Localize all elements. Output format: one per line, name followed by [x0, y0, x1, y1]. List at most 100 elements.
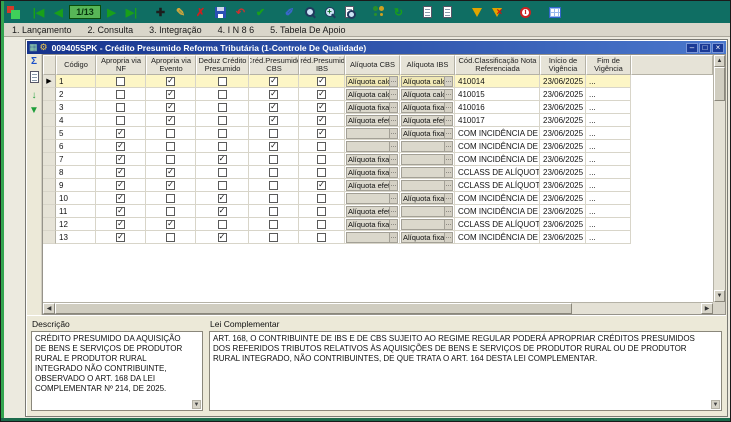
next-record-button[interactable]: ▶	[102, 3, 121, 21]
lookup-ellipsis-button[interactable]: …	[444, 76, 452, 86]
grid-row[interactable]: 2✓✓✓Alíquota calcu…Alíquota calcu…410015…	[43, 88, 713, 101]
lookup-ellipsis-button[interactable]: …	[389, 154, 397, 164]
lookup-ellipsis-button[interactable]: …	[389, 232, 397, 242]
horizontal-scrollbar[interactable]: ◀ ▶	[43, 302, 713, 314]
aliquota_ibs-lookup[interactable]: …	[401, 166, 453, 178]
vscroll-thumb[interactable]	[714, 67, 725, 101]
lookup-ellipsis-button[interactable]: …	[444, 193, 452, 203]
close-button[interactable]: ×	[712, 42, 724, 53]
evento-checkbox[interactable]: ✓	[166, 115, 175, 125]
column-header-fim[interactable]: Fim de Vigência	[586, 55, 631, 75]
nf-checkbox[interactable]: ✓	[116, 141, 125, 151]
descricao-scroll-down-icon[interactable]: ▼	[192, 400, 201, 409]
evento-checkbox[interactable]: ✓	[166, 180, 175, 190]
grid-row[interactable]: ▶1✓✓✓Alíquota calcu…Alíquota calcu…41001…	[43, 75, 713, 88]
lookup-ellipsis-button[interactable]: …	[444, 89, 452, 99]
evento-checkbox[interactable]: ✓	[166, 102, 175, 112]
deduz-checkbox[interactable]	[217, 102, 227, 112]
ibs-checkbox[interactable]: ✓	[317, 89, 326, 99]
evento-checkbox[interactable]: ✓	[166, 167, 175, 177]
evento-checkbox[interactable]: ✓	[166, 89, 175, 99]
nf-checkbox[interactable]: ✓	[116, 167, 125, 177]
aliquota_ibs-lookup[interactable]: Alíquota fixa…	[401, 231, 453, 243]
lookup-ellipsis-button[interactable]: …	[444, 167, 452, 177]
lookup-ellipsis-button[interactable]: …	[389, 167, 397, 177]
save-button[interactable]	[211, 3, 230, 21]
nf-checkbox[interactable]	[116, 89, 125, 99]
aliquota_cbs-lookup[interactable]: Alíquota calcu…	[346, 75, 398, 87]
nf-checkbox[interactable]	[116, 102, 125, 112]
column-header-aliquota_cbs[interactable]: Alíquota CBS	[345, 55, 400, 75]
first-record-button[interactable]: |◀	[29, 3, 48, 21]
ibs-checkbox[interactable]: ✓	[317, 102, 326, 112]
evento-checkbox[interactable]: ✓	[166, 76, 175, 86]
cbs-checkbox[interactable]: ✓	[269, 89, 278, 99]
lookup-ellipsis-button[interactable]: …	[444, 219, 452, 229]
confirm-button[interactable]: ✔	[251, 3, 270, 21]
hscroll-thumb[interactable]	[55, 303, 572, 314]
evento-checkbox[interactable]	[166, 232, 175, 242]
hscroll-track[interactable]	[55, 303, 701, 314]
cbs-checkbox[interactable]	[269, 219, 278, 229]
deduz-checkbox[interactable]	[217, 167, 227, 177]
aliquota_cbs-lookup[interactable]: Alíquota fixa…	[346, 153, 398, 165]
nf-checkbox[interactable]: ✓	[116, 154, 125, 164]
deduz-checkbox[interactable]: ✓	[217, 232, 227, 242]
aliquota_ibs-lookup[interactable]: …	[401, 179, 453, 191]
lookup-ellipsis-button[interactable]: …	[444, 102, 452, 112]
nf-checkbox[interactable]: ✓	[116, 219, 125, 229]
evento-checkbox[interactable]	[166, 154, 175, 164]
filter-button[interactable]	[467, 3, 486, 21]
lookup-ellipsis-button[interactable]: …	[389, 102, 397, 112]
cbs-checkbox[interactable]	[269, 128, 278, 138]
maximize-button[interactable]: □	[699, 42, 711, 53]
grid-row[interactable]: 9 ✓ ✓ ✓ Alíquota efet…… CCLASS DE ALÍQUOTA 23/…	[43, 179, 713, 192]
column-header-cbs[interactable]: Créd.Presumido CBS	[249, 55, 299, 75]
sum-icon[interactable]: Σ	[31, 56, 37, 67]
lookup-ellipsis-button[interactable]: …	[389, 193, 397, 203]
deduz-checkbox[interactable]: ✓	[217, 206, 227, 216]
evento-checkbox[interactable]	[166, 128, 175, 138]
grid-row[interactable]: 7 ✓ ✓ Alíquota fixa…… COM INCIDÊNCIA DE 23/06…	[43, 153, 713, 166]
lookup-ellipsis-button[interactable]: …	[389, 206, 397, 216]
grid-row[interactable]: 8 ✓ ✓ Alíquota fixa…… CCLASS DE ALÍQUOTA 23/0…	[43, 166, 713, 179]
ibs-checkbox[interactable]	[317, 154, 326, 164]
lookup-ellipsis-button[interactable]: …	[444, 180, 452, 190]
deduz-checkbox[interactable]	[217, 141, 227, 151]
column-header-aliquota_ibs[interactable]: Alíquota IBS	[400, 55, 455, 75]
grid-row[interactable]: 5 ✓ ✓… Alíquota fixa… COM INCIDÊNCIA DE 23/06…	[43, 127, 713, 140]
ibs-checkbox[interactable]: ✓	[317, 76, 326, 86]
edit-button[interactable]: ✎	[171, 3, 190, 21]
descricao-memo[interactable]: CRÉDITO PRESUMIDO DA AQUISIÇÃO DE BENS E…	[31, 331, 203, 411]
aliquota_cbs-lookup[interactable]: Alíquota calcu…	[346, 88, 398, 100]
lookup-ellipsis-button[interactable]: …	[444, 206, 452, 216]
menu-item-3[interactable]: 3. Integração	[149, 25, 202, 35]
cbs-checkbox[interactable]	[269, 206, 278, 216]
aliquota_ibs-lookup[interactable]: Alíquota calcu…	[401, 88, 453, 100]
ibs-checkbox[interactable]	[317, 167, 326, 177]
ibs-checkbox[interactable]	[317, 193, 326, 203]
menu-item-1[interactable]: 1. Lançamento	[12, 25, 72, 35]
aliquota_cbs-lookup[interactable]: Alíquota fixa…	[346, 166, 398, 178]
column-header-ibs[interactable]: Créd.Presumido IBS	[299, 55, 345, 75]
refresh-button[interactable]: ↻	[389, 3, 408, 21]
aliquota_ibs-lookup[interactable]: …	[401, 140, 453, 152]
cbs-checkbox[interactable]	[269, 180, 278, 190]
aliquota_cbs-lookup[interactable]: …	[346, 192, 398, 204]
scroll-left-button[interactable]: ◀	[43, 303, 55, 314]
aliquota_cbs-lookup[interactable]: Alíquota fixa…	[346, 218, 398, 230]
lookup-ellipsis-button[interactable]: …	[444, 141, 452, 151]
aliquota_cbs-lookup[interactable]: …	[346, 231, 398, 243]
ibs-checkbox[interactable]	[317, 141, 326, 151]
aliquota_cbs-lookup[interactable]: Alíquota fixa…	[346, 101, 398, 113]
vertical-scrollbar[interactable]: ▲ ▼	[713, 55, 725, 302]
lookup-ellipsis-button[interactable]: …	[389, 141, 397, 151]
column-header-codigo[interactable]: Código	[56, 55, 96, 75]
marker-icon[interactable]: ▼	[29, 105, 39, 116]
lookup-ellipsis-button[interactable]: …	[389, 219, 397, 229]
cbs-checkbox[interactable]: ✓	[269, 115, 278, 125]
grid-row[interactable]: 3 ✓ ✓ ✓ Alíquota fixa… Alíquota fixa… 410016 23…	[43, 101, 713, 114]
evento-checkbox[interactable]	[166, 141, 175, 151]
grid-row[interactable]: 4 ✓ ✓ ✓ Alíquota efet… Alíquota efet… 410017 23…	[43, 114, 713, 127]
cbs-checkbox[interactable]	[269, 232, 278, 242]
